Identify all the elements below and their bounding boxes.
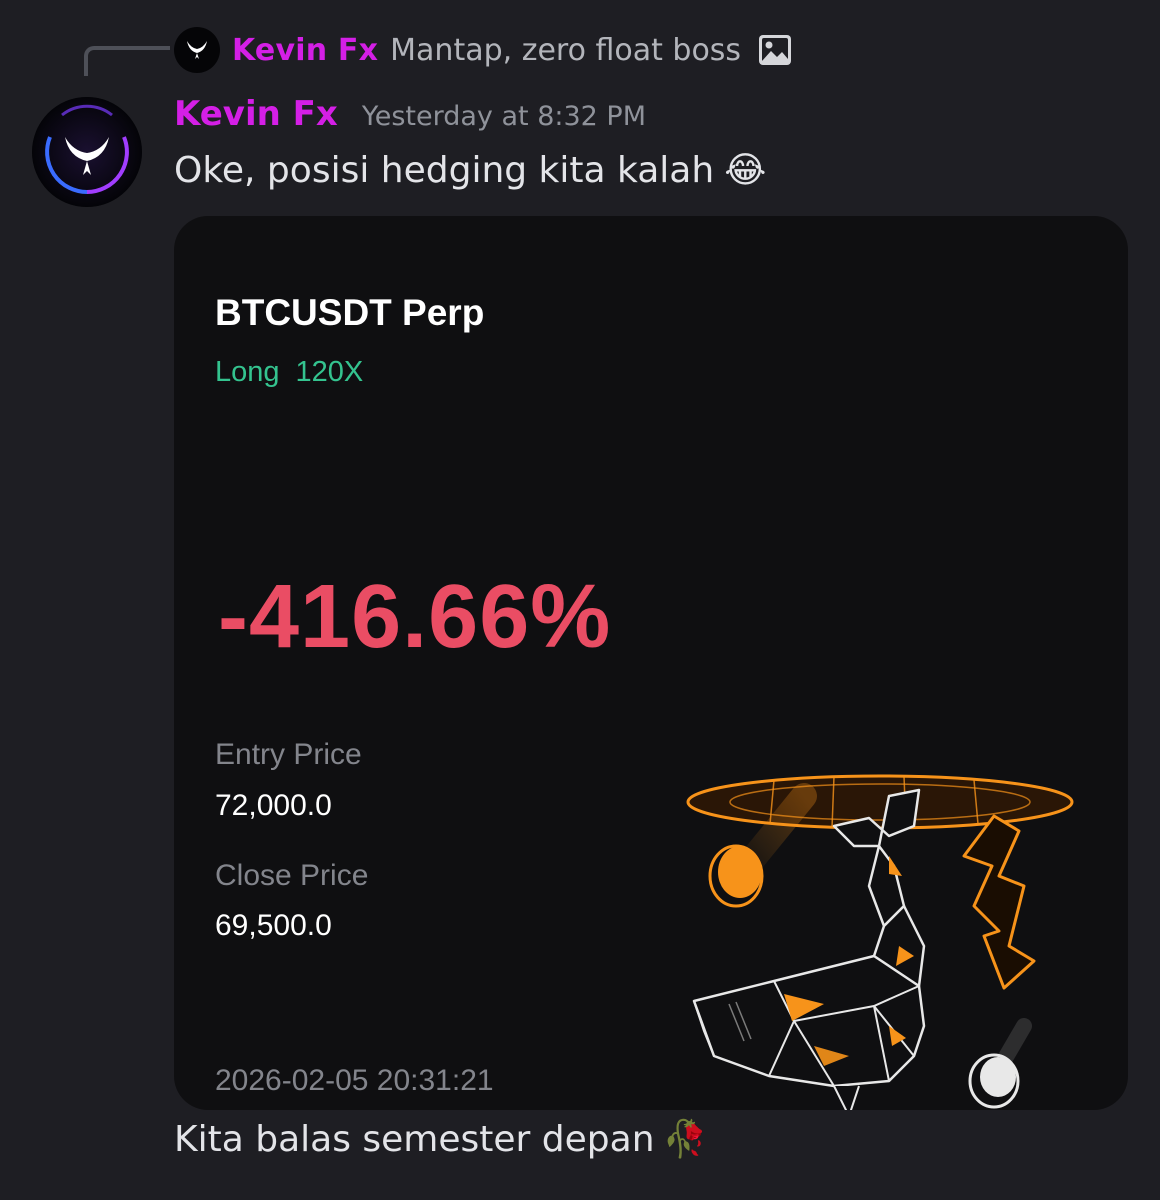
wilted-flower-emoji-icon: 🥀 (662, 1119, 708, 1160)
reply-avatar[interactable] (174, 27, 220, 73)
trade-leverage: 120X (295, 356, 364, 388)
trade-result-card[interactable]: BTCUSDT Perp Long 120X -416.66% Entry Pr… (174, 216, 1128, 1110)
message-header: Kevin Fx Yesterday at 8:32 PM (174, 94, 646, 134)
pnl-percent: -416.66% (218, 567, 612, 667)
horns-logo-icon (187, 41, 207, 59)
reply-author-name[interactable]: Kevin Fx (232, 33, 378, 68)
reply-reference[interactable]: Kevin Fx Mantap, zero float boss (174, 26, 793, 74)
reply-connector-line (84, 46, 170, 76)
close-price-label: Close Price (215, 859, 369, 892)
entry-price-value: 72,000.0 (215, 789, 332, 822)
message-text: Oke, posisi hedging kita kalah 😂 (174, 150, 766, 191)
image-icon (757, 33, 793, 67)
trade-datetime: 2026-02-05 20:31:21 (215, 1064, 494, 1097)
close-price-value: 69,500.0 (215, 909, 332, 942)
followup-message-body: Kita balas semester depan (174, 1118, 655, 1160)
chat-view: Kevin Fx Mantap, zero float boss Kevin F… (0, 0, 1160, 1200)
message-timestamp[interactable]: Yesterday at 8:32 PM (362, 101, 646, 132)
message-body: Oke, posisi hedging kita kalah (174, 150, 715, 191)
whale-portal-illustration (686, 774, 1074, 1110)
followup-message: Kita balas semester depan 🥀 (174, 1118, 708, 1161)
tears-of-joy-emoji-icon: 😂 (724, 150, 767, 191)
author-name[interactable]: Kevin Fx (174, 94, 338, 134)
reply-message-preview[interactable]: Mantap, zero float boss (390, 33, 741, 68)
trade-side: Long (215, 356, 280, 388)
entry-price-label: Entry Price (215, 738, 362, 771)
trade-pair: BTCUSDT Perp (215, 292, 485, 333)
trade-side-row: Long 120X (215, 356, 363, 389)
avatar[interactable] (32, 97, 142, 207)
